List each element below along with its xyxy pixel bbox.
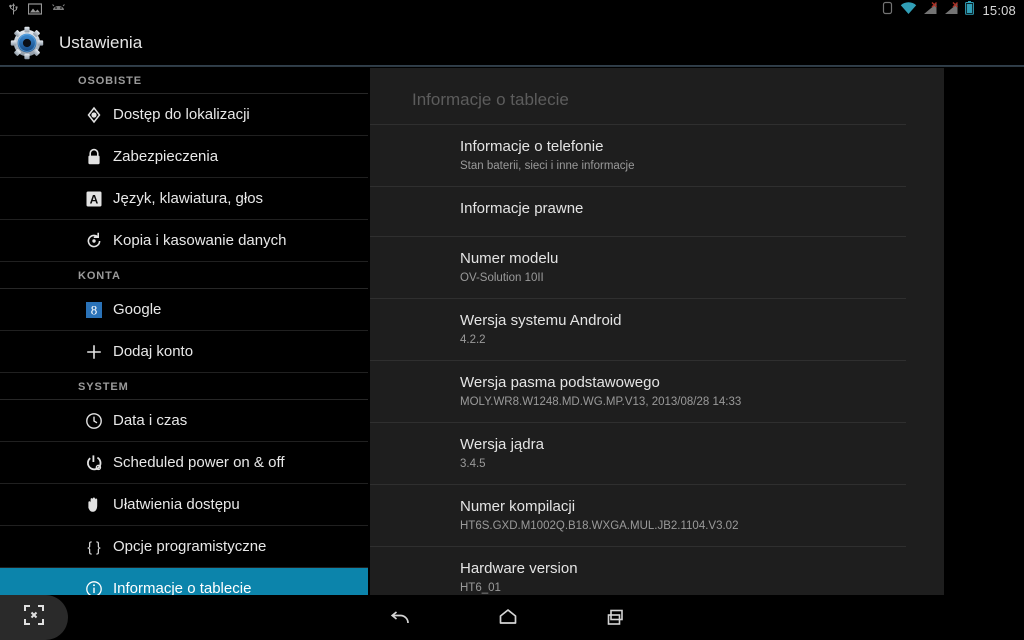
location-icon (84, 105, 104, 125)
entry-legal-info[interactable]: Informacje prawne (370, 186, 906, 236)
status-bar[interactable]: 15:08 (0, 0, 1024, 21)
sidebar-item-language-input[interactable]: A Język, klawiatura, głos (0, 178, 368, 220)
nav-button-group[interactable] (380, 598, 636, 638)
backup-restore-icon (84, 231, 104, 251)
entry-title: Wersja systemu Android (460, 312, 622, 329)
sidebar-item-label: Zabezpieczenia (113, 148, 219, 165)
sidebar-item-scheduled-power[interactable]: Scheduled power on & off (0, 442, 368, 484)
about-tablet-panel: Informacje o tablecie Informacje o telef… (370, 68, 944, 595)
sidebar-item-label: Język, klawiatura, głos (113, 190, 264, 207)
sidebar-item-label: Google (113, 301, 162, 318)
lock-icon (84, 147, 104, 167)
sidebar-item-date-time[interactable]: Data i czas (0, 400, 368, 442)
entry-title: Wersja pasma podstawowego (460, 374, 660, 391)
info-circle-icon (84, 579, 104, 595)
entry-subtitle: 4.2.2 (460, 334, 486, 346)
content-panel-title: Informacje o tablecie (412, 90, 569, 109)
usb-icon (8, 2, 19, 20)
language-a-icon: A (84, 189, 104, 209)
entry-subtitle: OV-Solution 10II (460, 272, 544, 284)
sidebar-item-backup-reset[interactable]: Kopia i kasowanie danych (0, 220, 368, 262)
sidebar-item-label: Scheduled power on & off (113, 454, 285, 471)
status-bar-right-icons[interactable]: 15:08 (881, 1, 1016, 20)
signal-sim1-no-service-icon (923, 1, 938, 20)
entry-title: Hardware version (460, 560, 578, 577)
entry-subtitle: MOLY.WR8.W1248.MD.WG.MP.V13, 2013/08/28 … (460, 396, 742, 408)
rotation-lock-icon (881, 1, 894, 20)
sidebar-item-developer-options[interactable]: { } Opcje programistyczne (0, 526, 368, 568)
screenshot-button[interactable] (0, 595, 68, 640)
sidebar-item-label: Ułatwienia dostępu (113, 496, 240, 513)
sidebar-item-about-tablet[interactable]: Informacje o tablecie (0, 568, 368, 595)
svg-text:{ }: { } (87, 538, 101, 554)
page-title: Ustawienia (59, 33, 143, 52)
entry-subtitle: HT6S.GXD.M1002Q.B18.WXGA.MUL.JB2.1104.V3… (460, 520, 739, 532)
svg-text:8: 8 (91, 302, 98, 317)
entry-title: Informacje prawne (460, 200, 584, 217)
sidebar-item-security[interactable]: Zabezpieczenia (0, 136, 368, 178)
entry-hardware-version[interactable]: Hardware version HT6_01 (370, 546, 906, 595)
app-title-bar: Ustawienia (0, 21, 1024, 65)
sidebar-item-label: Informacje o tablecie (113, 580, 252, 595)
hand-icon (84, 495, 104, 515)
sidebar-item-label: Opcje programistyczne (113, 538, 267, 555)
wifi-icon (900, 1, 917, 20)
status-bar-left-icons (8, 2, 66, 20)
settings-sidebar[interactable]: OSOBISTE Dostęp do lokalizacji Zabezpiec… (0, 67, 368, 595)
braces-icon: { } (84, 537, 104, 557)
battery-icon (965, 1, 975, 20)
sidebar-item-label: Dodaj konto (113, 343, 194, 360)
section-header-osobiste: OSOBISTE (0, 67, 368, 94)
section-header-system: SYSTEM (0, 373, 368, 400)
sidebar-item-accessibility[interactable]: Ułatwienia dostępu (0, 484, 368, 526)
section-header-konta: KONTA (0, 262, 368, 289)
sidebar-item-add-account[interactable]: Dodaj konto (0, 331, 368, 373)
sidebar-item-location-access[interactable]: Dostęp do lokalizacji (0, 94, 368, 136)
entry-title: Informacje o telefonie (460, 138, 604, 155)
usb-debug-icon (51, 2, 66, 20)
clock-icon (84, 411, 104, 431)
screenshot-image-icon (27, 2, 43, 20)
power-icon (84, 453, 104, 473)
entry-title: Numer modelu (460, 250, 559, 267)
back-button[interactable] (380, 598, 420, 638)
screenshot-icon (23, 604, 45, 631)
entry-phone-info[interactable]: Informacje o telefonie Stan baterii, sie… (370, 124, 906, 186)
entry-subtitle: 3.4.5 (460, 458, 486, 470)
entry-kernel-version[interactable]: Wersja jądra 3.4.5 (370, 422, 906, 484)
entry-model-number[interactable]: Numer modelu OV-Solution 10II (370, 236, 906, 298)
recents-button[interactable] (596, 598, 636, 638)
about-entries-list: Informacje o telefonie Stan baterii, sie… (370, 124, 944, 595)
status-bar-clock: 15:08 (982, 3, 1016, 18)
plus-icon (84, 342, 104, 362)
sidebar-item-label: Dostęp do lokalizacji (113, 106, 250, 123)
entry-title: Wersja jądra (460, 436, 544, 453)
entry-title: Numer kompilacji (460, 498, 576, 515)
entry-build-number[interactable]: Numer kompilacji HT6S.GXD.M1002Q.B18.WXG… (370, 484, 906, 546)
svg-text:A: A (90, 192, 99, 206)
google-account-icon: 8 (84, 300, 104, 320)
sidebar-item-label: Kopia i kasowanie danych (113, 232, 287, 249)
entry-baseband-version[interactable]: Wersja pasma podstawowego MOLY.WR8.W1248… (370, 360, 906, 422)
entry-android-version[interactable]: Wersja systemu Android 4.2.2 (370, 298, 906, 360)
entry-subtitle: HT6_01 (460, 582, 501, 594)
sidebar-item-label: Data i czas (113, 412, 188, 429)
sidebar-item-google-account[interactable]: 8 Google (0, 289, 368, 331)
home-button[interactable] (488, 598, 528, 638)
entry-subtitle: Stan baterii, sieci i inne informacje (460, 160, 635, 172)
settings-gear-icon[interactable] (9, 25, 45, 61)
system-navigation-bar[interactable] (0, 595, 1024, 640)
signal-sim2-no-service-icon (944, 1, 959, 20)
